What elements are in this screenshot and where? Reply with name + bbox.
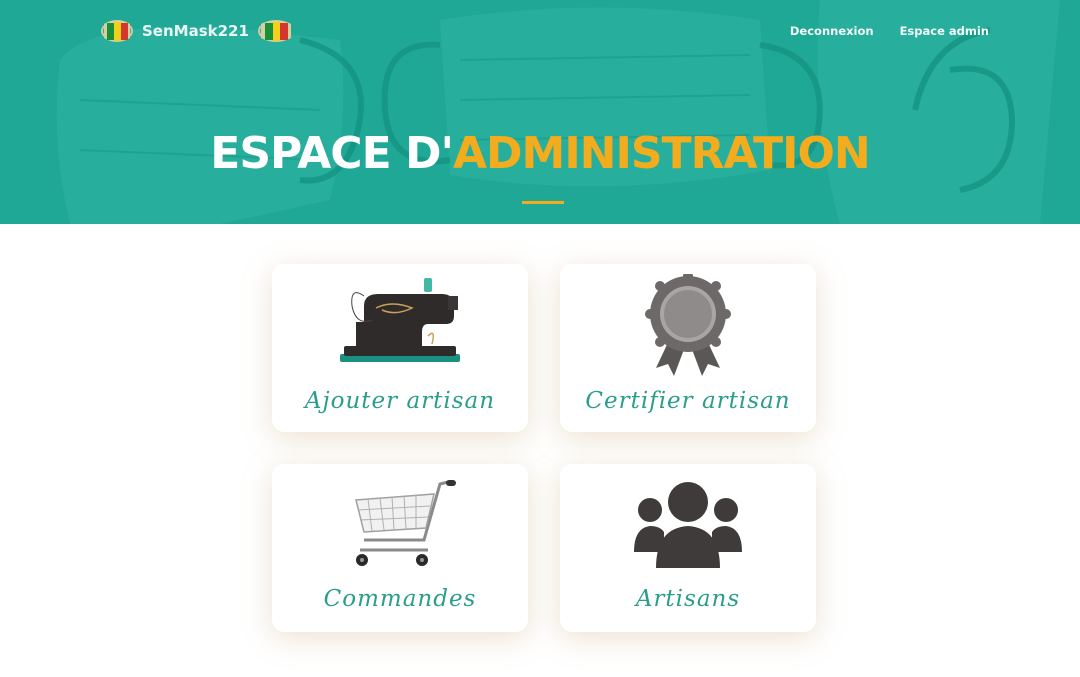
sewing-machine-icon: [340, 278, 460, 362]
page-title-part1: ESPACE D': [210, 128, 454, 179]
page-title-part2: ADMINISTRATION: [452, 128, 871, 179]
card-label: Commandes: [323, 586, 477, 612]
award-badge-icon: [645, 274, 731, 376]
senegal-flag-mask-icon: [257, 20, 291, 42]
shopping-cart-icon: [355, 480, 456, 566]
hero-banner: SenMask221 Deconnexion Espace admin ESPA…: [0, 0, 1080, 224]
card-label: Ajouter artisan: [304, 388, 496, 414]
top-nav: Deconnexion Espace admin: [790, 24, 989, 38]
senegal-flag-mask-icon: [101, 20, 133, 42]
add-artisan-card[interactable]: Ajouter artisan: [272, 264, 528, 432]
brand[interactable]: SenMask221: [100, 14, 295, 48]
people-group-icon: [634, 482, 742, 568]
page-title: ESPACE D'ADMINISTRATION: [0, 126, 1080, 182]
admin-space-link[interactable]: Espace admin: [900, 24, 989, 38]
card-label: Artisans: [635, 586, 741, 612]
brand-name: SenMask221: [142, 22, 249, 40]
orders-card[interactable]: Commandes: [272, 464, 528, 632]
certify-artisan-card[interactable]: Certifier artisan: [560, 264, 816, 432]
artisans-card[interactable]: Artisans: [560, 464, 816, 632]
logout-link[interactable]: Deconnexion: [790, 24, 874, 38]
card-label: Certifier artisan: [585, 388, 791, 414]
title-underline: [522, 201, 564, 204]
